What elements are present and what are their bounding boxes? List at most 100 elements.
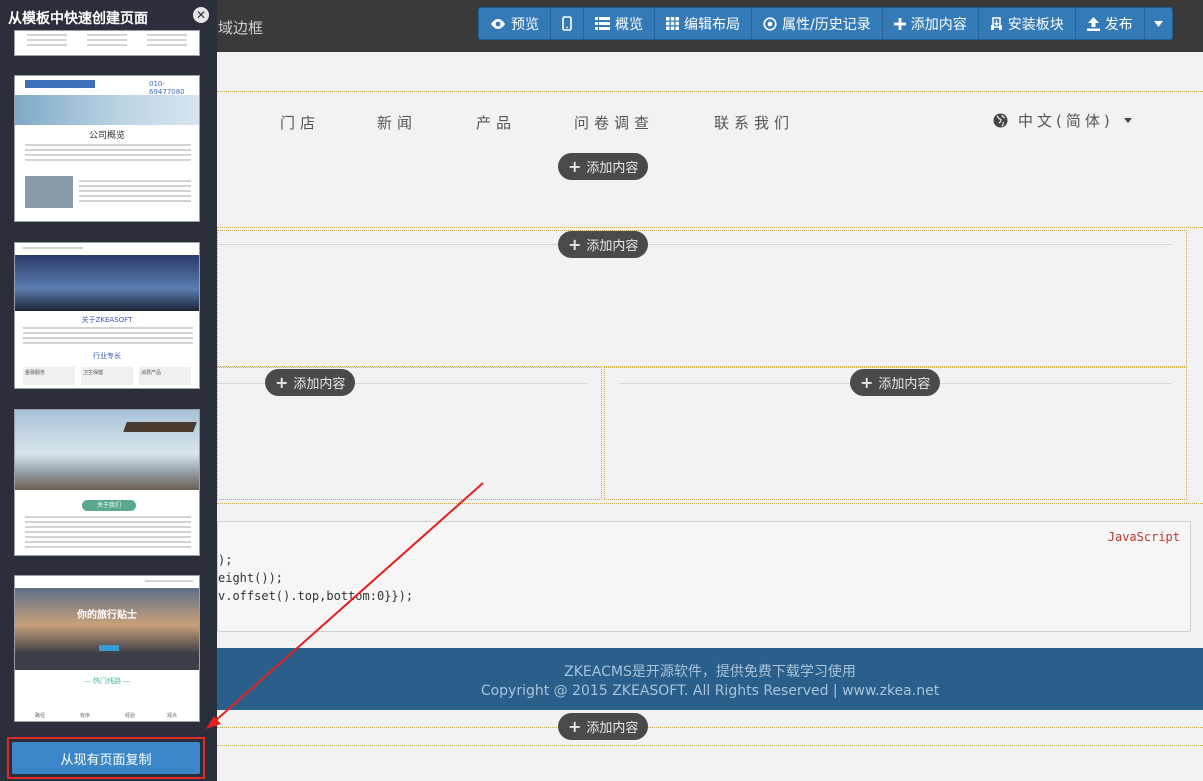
thumb-text (25, 144, 191, 164)
site-navbar: 门店 新闻 产品 问卷调查 联系我们 中文(简体) (217, 92, 1191, 150)
thumb-nav (23, 247, 83, 252)
thumb-subheading: — 热门线路 — (83, 677, 131, 685)
nav-item-contact[interactable]: 联系我们 (714, 112, 794, 133)
thumb-text (25, 516, 191, 551)
nav-item-survey[interactable]: 问卷调查 (574, 112, 654, 133)
properties-history-label: 属性/历史记录 (782, 16, 871, 33)
plus-icon: + (860, 372, 874, 392)
mobile-icon (562, 16, 572, 31)
publish-label: 发布 (1104, 16, 1133, 33)
properties-history-button[interactable]: 属性/历史记录 (752, 8, 883, 39)
thumb-card: 卫生保健 (81, 367, 133, 385)
add-content-pill-label: 添加内容 (293, 377, 346, 392)
thumb-text (147, 34, 187, 49)
eye-icon (491, 18, 505, 29)
preview-label: 预览 (511, 16, 539, 33)
plus-icon (893, 17, 906, 30)
thumb-icon-label: 观点 (167, 713, 178, 719)
thumb-hero-title: 你的旅行贴士 (77, 610, 137, 621)
code-line: eight()); (218, 571, 284, 585)
add-content-button[interactable]: 添加内容 (882, 8, 979, 39)
globe-icon (993, 113, 1008, 128)
grid-icon (666, 17, 679, 30)
thumb-logo (25, 80, 95, 88)
plus-icon: + (275, 372, 289, 392)
thumb-phone: 010-69477080 (149, 80, 185, 96)
template-panel: 从模板中快速创建页面 ✕ 010-69477080 公司概览 关于ZKEASOF… (0, 0, 217, 781)
footer-line-1: ZKEACMS是开源软件，提供免费下载学习使用 (564, 664, 856, 680)
add-content-pill-label: 添加内容 (586, 721, 639, 736)
plus-icon: + (568, 156, 582, 176)
code-line: v.offset().top,bottom:0}}); (218, 589, 414, 603)
language-selector[interactable]: 中文(简体) (993, 110, 1132, 131)
add-content-pill[interactable]: + 添加内容 (558, 713, 649, 740)
content-zone-main (217, 230, 1187, 367)
zone-border (217, 727, 1203, 728)
thumb-sunset-image (15, 588, 199, 670)
install-icon (990, 16, 1002, 30)
script-widget[interactable]: JavaScript ); eight()); v.offset().top,b… (217, 521, 1191, 632)
copy-from-page-highlight: 从现有页面复制 (7, 737, 205, 779)
thumb-building-image (25, 176, 73, 208)
code-language-tag: JavaScript (1107, 530, 1180, 544)
thumb-icon-label: 经验 (125, 713, 136, 719)
target-icon (763, 16, 777, 31)
close-icon[interactable]: ✕ (193, 7, 209, 23)
thumb-text (23, 327, 193, 347)
plus-icon: + (568, 234, 582, 254)
thumb-icon-label: 有序 (80, 713, 91, 719)
language-label: 中文(简体) (1018, 112, 1114, 130)
plus-icon: + (568, 716, 582, 736)
add-content-pill[interactable]: + 添加内容 (558, 231, 649, 258)
caret-down-icon (1123, 118, 1132, 123)
zone-border (217, 227, 1203, 228)
upload-icon (1086, 16, 1100, 31)
thumb-icon-label: 路径 (35, 713, 46, 719)
thumb-roof-shape (123, 422, 197, 432)
template-thumbnail-5[interactable]: 你的旅行贴士 — 热门线路 — 路径 有序 经验 观点 (14, 575, 200, 722)
add-content-pill-label: 添加内容 (586, 239, 639, 254)
template-thumbnail-1[interactable] (14, 30, 200, 56)
thumb-hero-button (99, 645, 119, 651)
add-content-pill-label: 添加内容 (878, 377, 931, 392)
add-content-pill[interactable]: + 添加内容 (265, 369, 356, 396)
thumb-text (87, 34, 127, 49)
publish-button[interactable]: 发布 (1075, 8, 1145, 39)
thumb-heading: 公司概览 (88, 131, 125, 141)
install-widget-label: 安装板块 (1007, 16, 1064, 33)
install-widget-button[interactable]: 安装板块 (978, 8, 1076, 39)
copy-from-existing-page-button[interactable]: 从现有页面复制 (12, 742, 200, 774)
site-footer: ZKEACMS是开源软件，提供免费下载学习使用 Copyright @ 2015… (217, 648, 1203, 710)
nav-item-stores[interactable]: 门店 (280, 112, 320, 133)
thumb-card: 消费产品 (139, 367, 191, 385)
overview-label: 概览 (615, 16, 643, 33)
preview-button[interactable]: 预览 (479, 8, 551, 39)
zone-border (217, 503, 1203, 504)
template-thumbnail-3[interactable]: 关于ZKEASOFT 行业专长 金融服务 卫生保健 消费产品 (14, 242, 200, 389)
overview-button[interactable]: 概览 (584, 8, 655, 39)
footer-line-2: Copyright @ 2015 ZKEASOFT. All Rights Re… (480, 683, 940, 699)
list-icon (595, 17, 610, 30)
panel-title: 从模板中快速创建页面 (8, 11, 148, 27)
add-content-pill-label: 添加内容 (586, 161, 639, 176)
region-label: 域边框 (218, 19, 264, 37)
mobile-view-button[interactable] (551, 8, 584, 39)
nav-item-news[interactable]: 新闻 (377, 112, 417, 133)
add-content-pill[interactable]: + 添加内容 (558, 153, 649, 180)
thumb-city-image (15, 255, 199, 311)
add-content-label: 添加内容 (910, 16, 967, 33)
thumb-pill-label: 关于我们 (82, 500, 136, 511)
thumb-banner-image (15, 95, 199, 125)
editor-toolbar: 预览 概览 编辑布局 属性/历史记录 添加内容 安装板块 发布 (478, 7, 1173, 40)
zone-divider (218, 244, 1172, 245)
thumb-text (27, 34, 67, 49)
nav-item-products[interactable]: 产品 (476, 112, 516, 133)
template-thumbnail-4[interactable]: 关于我们 (14, 409, 200, 556)
thumb-nav (145, 580, 193, 585)
thumb-text (79, 180, 191, 205)
add-content-pill[interactable]: + 添加内容 (850, 369, 941, 396)
thumb-heading: 关于ZKEASOFT (81, 316, 133, 324)
template-thumbnail-2[interactable]: 010-69477080 公司概览 (14, 75, 200, 222)
edit-layout-button[interactable]: 编辑布局 (655, 8, 752, 39)
publish-dropdown-toggle[interactable] (1144, 8, 1172, 39)
